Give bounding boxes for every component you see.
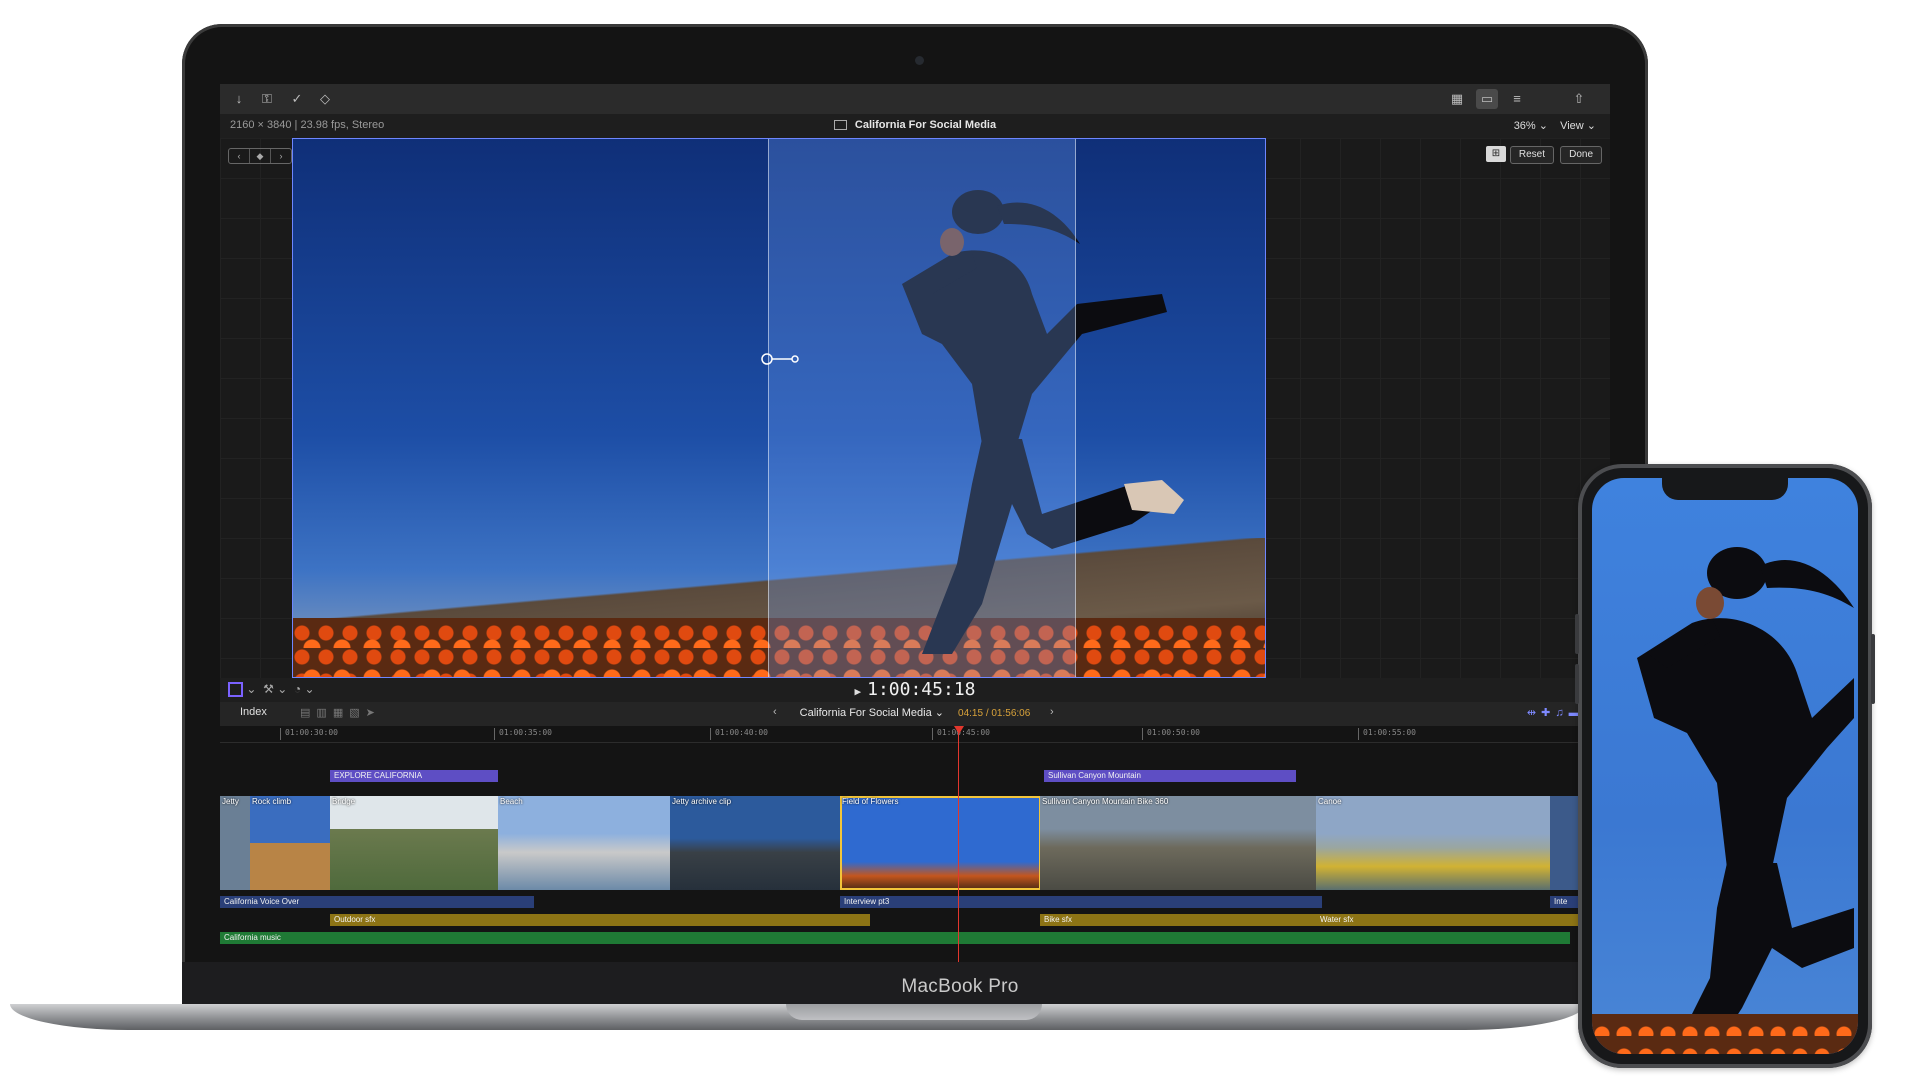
playhead-handle[interactable] (954, 726, 964, 734)
chevron-down-icon: ⌄ (934, 707, 945, 719)
playhead[interactable] (958, 726, 959, 964)
keyframe-icon[interactable]: ◆ (250, 149, 271, 163)
volume-up-button (1575, 614, 1579, 654)
chevron-right-icon[interactable]: › (271, 149, 291, 163)
clip-label: Canoe (1318, 797, 1342, 806)
timeline-duration: 04:15 / 01:56:06 (958, 708, 1031, 719)
clip-label: Sullivan Canyon Mountain Bike 360 (1042, 797, 1169, 806)
fcp-window: ↓ ⚿ ✓ ◇ ▦ ▭ ≡ ⇧ 2160 × 3840 | 23.98 fps,… (220, 84, 1610, 964)
audio-clip[interactable]: Outdoor sfx (330, 914, 870, 926)
clip-selected[interactable]: Field of Flowers (840, 796, 1041, 890)
timeline-project-name: California For Social Media (799, 707, 932, 719)
timeline-title[interactable]: California For Social Media ⌄ 04:15 / 01:… (220, 706, 1610, 719)
chevron-left-icon[interactable]: ‹ (229, 149, 250, 163)
clip-label: Jetty (222, 797, 239, 806)
ruler-tick: 01:00:35:00 (494, 728, 552, 740)
time-ruler[interactable]: 01:00:30:00 01:00:35:00 01:00:40:00 01:0… (220, 726, 1610, 743)
chevron-right-icon[interactable]: › (1050, 706, 1054, 718)
crop-icon[interactable]: ⊞ (1486, 146, 1506, 162)
check-icon[interactable]: ✓ (286, 89, 308, 109)
audio-clip[interactable]: Bike sfx (1040, 914, 1320, 926)
chevron-down-icon: ⌄ (1586, 120, 1596, 132)
clip[interactable]: Canoe (1316, 796, 1551, 890)
clip-label: Jetty archive clip (672, 797, 732, 806)
done-button[interactable]: Done (1560, 146, 1602, 164)
key-icon[interactable]: ⚿ (256, 89, 278, 109)
view-dropdown[interactable]: View ⌄ (1560, 119, 1596, 132)
ruler-tick: 01:00:40:00 (710, 728, 768, 740)
clip-label: Beach (500, 797, 523, 806)
viewer-infobar: 2160 × 3840 | 23.98 fps, Stereo Californ… (220, 114, 1610, 138)
audio-clip[interactable]: Water sfx (1316, 914, 1584, 926)
reset-button[interactable]: Reset (1509, 146, 1554, 164)
iphone (1575, 464, 1875, 1068)
ruler-tick: 01:00:55:00 (1358, 728, 1416, 740)
timecode-display[interactable]: ▶ 1:00:45:18 (220, 679, 1610, 700)
poppy-field (1592, 1014, 1858, 1054)
timeline-header: Index ▤▥▦▧➤ ‹ California For Social Medi… (220, 702, 1610, 727)
clip[interactable]: Jetty (220, 796, 251, 890)
share-icon[interactable]: ⇧ (1568, 89, 1590, 109)
timeline-icon[interactable]: ▭ (1476, 89, 1498, 109)
volume-down-button (1575, 664, 1579, 704)
audio-clip[interactable]: Interview pt3 (840, 896, 1322, 908)
viewer: ‹ ◆ › ⊞ Reset Done (220, 138, 1610, 678)
side-button (1871, 634, 1875, 704)
camera (915, 56, 924, 65)
clip-label: Field of Flowers (842, 797, 899, 806)
inspector-icon[interactable]: ≡ (1506, 89, 1528, 109)
import-icon[interactable]: ↓ (228, 89, 250, 109)
viewer-title-text: California For Social Media (854, 119, 997, 131)
viewer-controls: ⌄ ⚒ ⌄ ◔ ⌄ ▶ 1:00:45:18 (220, 678, 1610, 703)
clip[interactable] (1550, 796, 1581, 890)
audio-clip[interactable]: California Voice Over (220, 896, 534, 908)
zoom-value: 36% (1513, 120, 1536, 132)
video-frame[interactable] (292, 138, 1266, 678)
film-icon (833, 120, 847, 131)
ruler-tick: 01:00:50:00 (1142, 728, 1200, 740)
headphones-icon[interactable]: ♫ (1555, 707, 1568, 719)
timeline[interactable]: 01:00:30:00 01:00:35:00 01:00:40:00 01:0… (220, 726, 1610, 964)
clip[interactable]: Sullivan Canyon Mountain Bike 360 (1040, 796, 1317, 890)
browser-icon[interactable]: ▦ (1446, 89, 1468, 109)
clip[interactable]: Jetty archive clip (670, 796, 841, 890)
zoom-dropdown[interactable]: 36% ⌄ (1514, 119, 1548, 132)
viewer-title: California For Social Media (220, 119, 1610, 131)
view-label: View (1560, 120, 1584, 132)
chevron-down-icon: ⌄ (1538, 120, 1548, 132)
title-clip[interactable]: EXPLORE CALIFORNIA (330, 770, 498, 782)
toolbar: ↓ ⚿ ✓ ◇ ▦ ▭ ≡ ⇧ (220, 84, 1610, 115)
clip[interactable]: Rock climb (250, 796, 331, 890)
skimming-icon[interactable]: ⇹ (1527, 707, 1541, 719)
clip-label: Rock climb (252, 797, 292, 806)
title-clip[interactable]: Sullivan Canyon Mountain (1044, 770, 1296, 782)
viewer-nav-buttons: ‹ ◆ › (228, 148, 292, 164)
play-icon[interactable]: ▶ (855, 685, 862, 698)
clip[interactable]: Bridge (330, 796, 499, 890)
ruler-tick: 01:00:30:00 (280, 728, 338, 740)
jumping-person-image (1637, 547, 1854, 1054)
tag-icon[interactable]: ◇ (314, 89, 336, 109)
clip[interactable]: Beach (498, 796, 671, 890)
snapping-icon[interactable]: ✚ (1541, 707, 1555, 719)
clip-label: Bridge (332, 797, 356, 806)
crop-handle-icon[interactable] (760, 352, 802, 366)
crop-bounds (292, 138, 1266, 678)
laptop-notch (786, 1004, 1042, 1020)
music-clip[interactable]: California music (220, 932, 1570, 944)
timecode-value: 1:00:45:18 (867, 679, 976, 700)
phone-screen (1592, 478, 1858, 1054)
phone-notch (1662, 478, 1788, 500)
